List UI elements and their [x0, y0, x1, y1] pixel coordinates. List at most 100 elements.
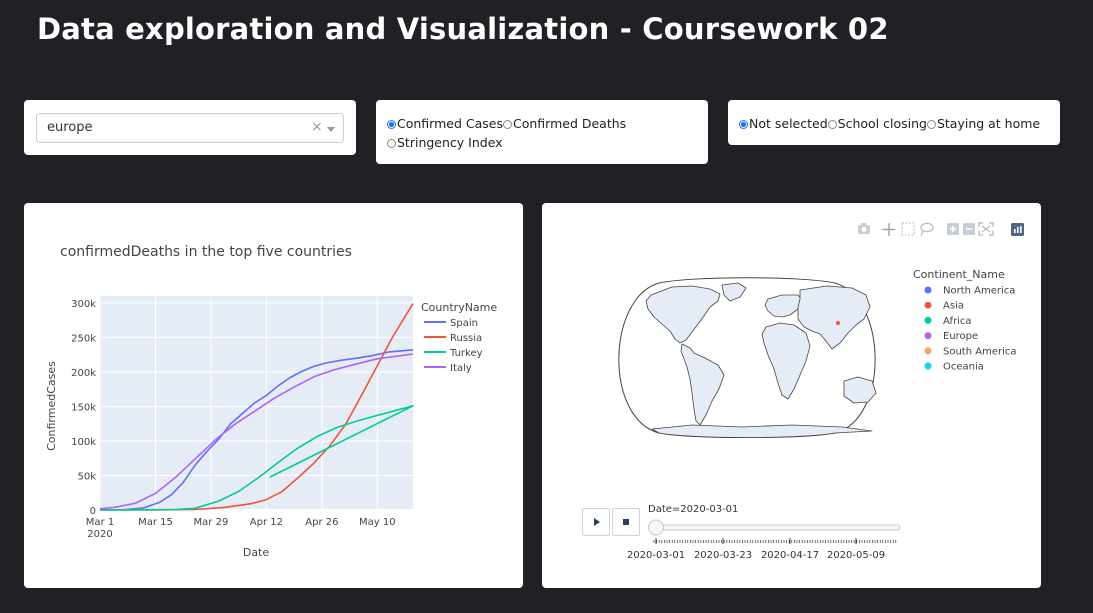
metric-radio-card: Confirmed Cases Confirmed Deaths Stringen…: [376, 100, 708, 164]
slider-ticks: 2020-03-01 2020-03-23 2020-04-17 2020-05-09: [627, 538, 897, 561]
legend-label: Spain: [450, 318, 478, 329]
map-card: Continent_Name North America Asia Africa Eu…: [542, 203, 1041, 588]
slider-track[interactable]: [649, 524, 901, 531]
legend-item[interactable]: Italy: [424, 363, 472, 374]
region-dropdown[interactable]: europe ×: [36, 113, 344, 143]
radio-button-selected[interactable]: [387, 120, 396, 129]
map-data-point[interactable]: [836, 321, 840, 325]
radio-label: Staying at home: [936, 116, 1041, 131]
map-legend-item[interactable]: Europe: [924, 331, 979, 342]
map-legend-item[interactable]: Africa: [924, 316, 972, 327]
map-legend-item[interactable]: Asia: [924, 301, 964, 312]
clear-icon[interactable]: ×: [311, 119, 323, 135]
line-chart-card: confirmedDeaths in the top five countrie…: [24, 203, 523, 588]
play-button[interactable]: [582, 508, 610, 536]
map-legend: North America Asia Africa Europe South Ameri…: [924, 286, 1017, 373]
x-tick-label: Mar 1 2020: [86, 517, 114, 540]
y-tick-label: 100k: [71, 437, 96, 448]
y-tick-label: 300k: [71, 299, 96, 310]
plot-area[interactable]: [100, 296, 413, 510]
legend-label: Russia: [450, 333, 482, 344]
x-tick-label-line: Mar 1: [86, 517, 114, 528]
stop-icon: [623, 519, 629, 525]
legend-marker: [924, 316, 932, 324]
radio-label: Stringency Index: [397, 135, 503, 150]
legend-marker: [924, 286, 932, 294]
slider-tick-label: 2020-04-17: [761, 550, 819, 561]
radio-button[interactable]: [926, 120, 936, 129]
radio-button-selected[interactable]: [739, 120, 748, 129]
map-legend-title: Continent_Name: [913, 268, 1005, 281]
radio-confirmed-deaths[interactable]: Confirmed Deaths: [502, 114, 627, 133]
legend-label: Turkey: [449, 348, 483, 359]
radio-label: Confirmed Cases: [397, 116, 503, 131]
y-tick-labels: 0 50k 100k 150k 200k 250k 300k: [71, 299, 96, 517]
y-tick-label: 200k: [71, 368, 96, 379]
legend-item[interactable]: Turkey: [424, 348, 483, 359]
map-legend-item[interactable]: Oceania: [924, 362, 984, 373]
x-tick-label-line: 2020: [87, 529, 112, 540]
x-tick-label-line: Apr 12: [250, 517, 283, 528]
y-tick-label: 50k: [77, 471, 96, 482]
modebar: [858, 222, 1024, 237]
line-chart[interactable]: confirmedDeaths in the top five countrie…: [24, 203, 523, 588]
world-map[interactable]: [618, 277, 877, 438]
x-tick-label: May 10: [359, 517, 396, 528]
legend-item[interactable]: Spain: [424, 318, 478, 329]
x-tick-label: Mar 29: [194, 517, 229, 528]
legend-label: Italy: [450, 363, 472, 374]
policy-radio-group: Not selected School closing Staying at hom…: [739, 114, 1059, 133]
dropdown-value: europe: [47, 120, 93, 135]
radio-button[interactable]: [502, 120, 512, 129]
radio-label: Not selected: [749, 116, 828, 131]
metric-radio-group: Confirmed Cases Confirmed Deaths Stringen…: [387, 114, 707, 152]
slider-handle[interactable]: [648, 519, 664, 536]
radio-button[interactable]: [387, 139, 396, 148]
zoom-out-icon[interactable]: [963, 223, 975, 235]
x-tick-labels: Mar 1 2020 Mar 15 Mar 29 Apr 12 Apr 26 May 10: [86, 517, 396, 540]
legend-label: Asia: [943, 301, 964, 312]
play-icon: [594, 518, 600, 526]
x-tick-label-line: Mar 15: [138, 517, 173, 528]
slider-tick-label: 2020-05-09: [827, 550, 885, 561]
slider-current-value: Date=2020-03-01: [648, 504, 738, 515]
policy-radio-card: Not selected School closing Staying at hom…: [728, 100, 1060, 145]
legend-label: Europe: [943, 331, 978, 342]
plotly-logo-icon[interactable]: [1011, 223, 1024, 236]
legend-marker: [924, 301, 932, 309]
box-select-icon[interactable]: [901, 222, 915, 236]
legend-label: North America: [943, 286, 1015, 297]
legend: Spain Russia Turkey Italy: [424, 318, 483, 374]
map-legend-item[interactable]: North America: [924, 286, 1016, 297]
legend-marker: [924, 332, 932, 340]
chart-title: confirmedDeaths in the top five countrie…: [60, 244, 352, 260]
radio-label: Confirmed Deaths: [512, 116, 627, 131]
x-axis-label: Date: [243, 546, 270, 559]
radio-button[interactable]: [827, 120, 837, 129]
map-legend-item[interactable]: South America: [924, 346, 1017, 357]
radio-stringency-index[interactable]: Stringency Index: [387, 133, 503, 152]
legend-marker: [924, 347, 932, 355]
reset-icon[interactable]: [978, 222, 994, 236]
legend-title: CountryName: [421, 301, 497, 314]
legend-label: South America: [943, 346, 1017, 357]
pan-icon[interactable]: [882, 223, 896, 236]
zoom-in-icon[interactable]: [947, 223, 959, 235]
radio-confirmed-cases[interactable]: Confirmed Cases: [387, 114, 503, 133]
radio-school-closing[interactable]: School closing: [827, 114, 927, 133]
x-tick-label-line: Mar 29: [194, 517, 229, 528]
y-tick-label: 150k: [71, 402, 96, 413]
region-dropdown-card: europe ×: [24, 100, 356, 155]
y-tick-label: 250k: [71, 333, 96, 344]
radio-not-selected[interactable]: Not selected: [739, 114, 828, 133]
camera-icon[interactable]: [858, 223, 870, 234]
legend-marker: [924, 362, 932, 370]
y-tick-label: 0: [90, 506, 96, 517]
lasso-icon[interactable]: [920, 222, 934, 237]
stop-button[interactable]: [612, 508, 640, 536]
radio-staying-at-home[interactable]: Staying at home: [926, 114, 1041, 133]
legend-item[interactable]: Russia: [424, 333, 482, 344]
legend-label: Oceania: [943, 362, 984, 373]
chevron-down-icon[interactable]: [327, 127, 335, 132]
slider-tick-label: 2020-03-23: [694, 550, 752, 561]
